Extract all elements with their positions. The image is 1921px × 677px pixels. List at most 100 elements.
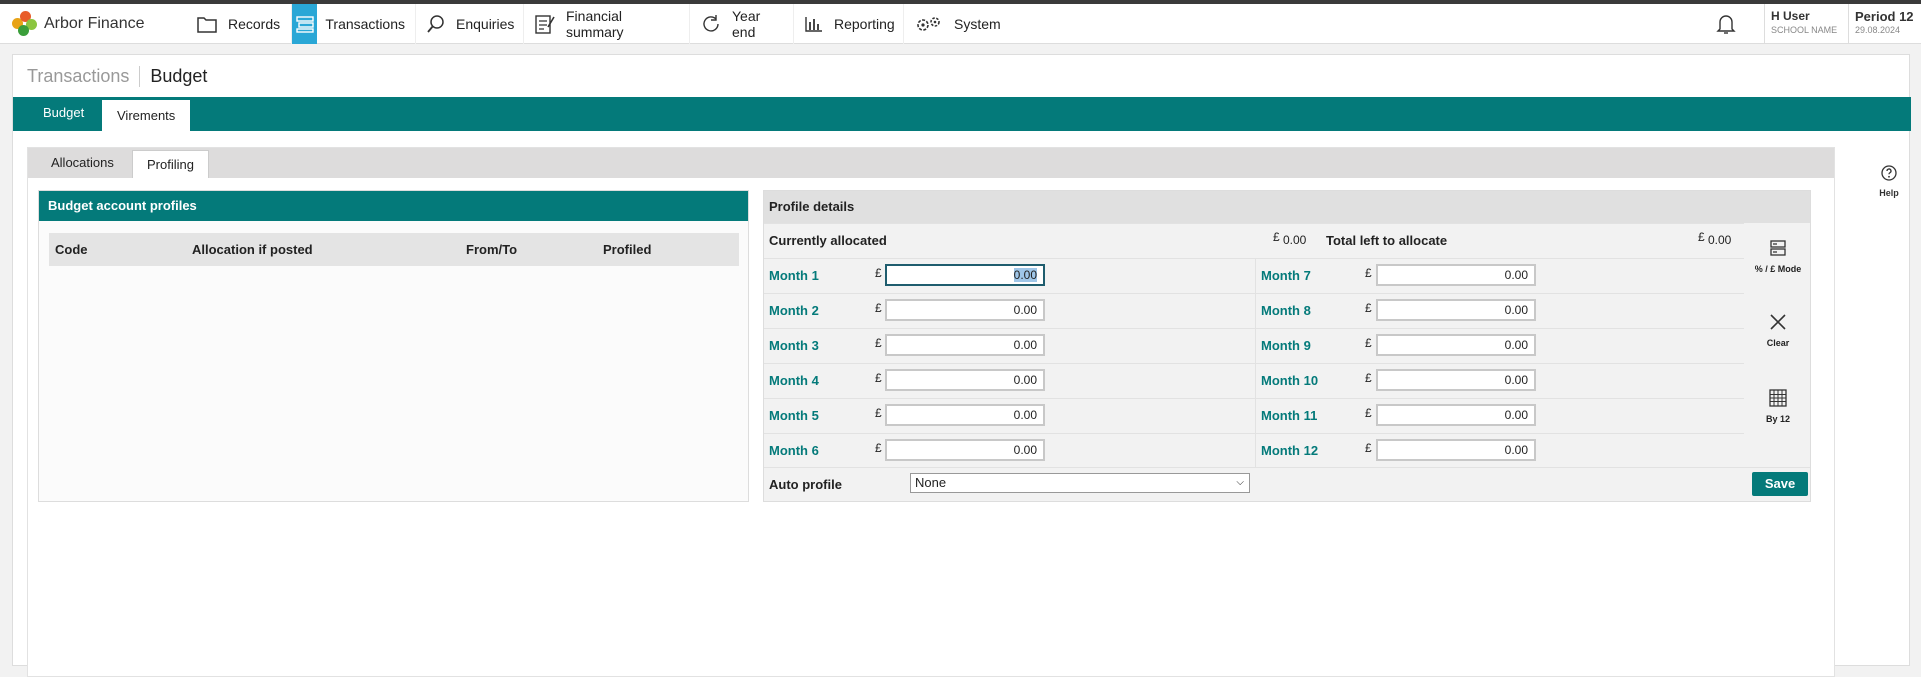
month-amount-input[interactable]: 0.00 [1376,369,1536,391]
currency-symbol: £ [1365,301,1372,315]
month-label: Month 6 [769,443,819,458]
page-title: Budget [150,65,208,86]
table-header: Code Allocation if posted From/To Profil… [49,233,739,266]
currency-symbol: £ [1365,266,1372,280]
currency-symbol: £ [875,336,882,350]
month-amount-input[interactable]: 0.00 [885,439,1045,461]
month-amount-input[interactable]: 0.00 [885,369,1045,391]
period-label: Period 12 [1855,9,1914,24]
profile-details: Profile details Currently allocated £ 0.… [763,190,1811,502]
month-label: Month 3 [769,338,819,353]
total-left-value: 0.00 [1708,233,1732,247]
tab-profiling[interactable]: Profiling [132,150,209,178]
period-selector[interactable]: Period 12 29.08.2024 [1848,4,1921,44]
nav-financial-summary[interactable]: Financial summary [524,3,690,44]
nav-year-end[interactable]: Year end [690,3,794,44]
currency-symbol: £ [1365,406,1372,420]
currency-symbol: £ [875,371,882,385]
column-allocation[interactable]: Allocation if posted [192,242,313,257]
breadcrumb-parent[interactable]: Transactions [27,65,141,87]
month-label: Month 5 [769,408,819,423]
percent-pound-mode-button[interactable]: % / £ Mode [1746,239,1810,274]
month-amount-input[interactable]: 0.00 [885,264,1045,286]
period-date: 29.08.2024 [1855,25,1901,35]
currency-symbol: £ [875,441,882,455]
gears-icon [914,13,944,35]
brand[interactable]: Arbor Finance [0,4,196,44]
month-amount-input[interactable]: 0.00 [1376,264,1536,286]
nav-transactions[interactable]: Transactions [292,3,416,44]
month-amount-input[interactable]: 0.00 [885,404,1045,426]
auto-profile-value: None [915,475,947,490]
auto-profile-label: Auto profile [769,477,842,492]
currency-symbol: £ [875,301,882,315]
mode-toggle-icon [1770,240,1786,256]
month-label: Month 4 [769,373,819,388]
month-label: Month 11 [1261,408,1318,423]
tab-budget[interactable]: Budget [27,97,100,131]
allocation-summary-row: Currently allocated £ 0.00 Total left to… [764,223,1744,257]
close-icon [1770,314,1786,330]
sub-tab-bar: Allocations Profiling [28,148,1834,178]
month-amount-input[interactable]: 0.00 [1376,439,1536,461]
tab-virements[interactable]: Virements [102,100,191,131]
month-row: Month 2 £0.00 Month 8 £0.00 [764,293,1744,328]
refresh-icon [700,13,722,35]
page-content: Transactions Budget Budget Virements Hel… [12,54,1911,677]
month-label: Month 12 [1261,443,1319,458]
currency-symbol: £ [875,406,882,420]
month-row: Month 1 £0.00 Month 7 £0.00 [764,258,1744,293]
column-code[interactable]: Code [55,242,88,257]
month-amount-input[interactable]: 0.00 [885,334,1045,356]
save-button[interactable]: Save [1752,472,1808,496]
month-row: Month 3 £0.00 Month 9 £0.00 [764,328,1744,363]
bar-chart-icon [804,13,824,35]
budget-account-profiles: Budget account profiles Code Allocation … [38,190,749,502]
by-12-button[interactable]: By 12 [1746,389,1810,424]
month-label: Month 8 [1261,303,1311,318]
user-menu[interactable]: H User SCHOOL NAME [1764,4,1848,44]
user-area: H User SCHOOL NAME Period 12 29.08.2024 [1706,4,1921,44]
column-profiled[interactable]: Profiled [603,242,651,257]
nav-reporting[interactable]: Reporting [794,3,904,44]
grid-icon [1769,389,1787,407]
auto-profile-select[interactable]: None ⌵ [910,473,1250,493]
month-amount-input[interactable]: 0.00 [1376,404,1536,426]
month-label: Month 7 [1261,268,1311,283]
notifications-bell-icon[interactable] [1706,4,1746,44]
nav-label: Transactions [325,15,405,32]
help-button[interactable]: Help [1871,165,1907,198]
clear-button[interactable]: Clear [1746,313,1810,348]
divider [1255,329,1256,363]
nav-enquiries[interactable]: Enquiries [416,3,524,44]
tab-allocations[interactable]: Allocations [37,148,128,178]
nav-records[interactable]: Records [196,3,292,44]
breadcrumb: Transactions Budget [27,65,207,87]
school-name: SCHOOL NAME [1771,25,1838,35]
currency-symbol: £ [1365,371,1372,385]
month-amount-input[interactable]: 0.00 [885,299,1045,321]
month-row: Month 5 £0.00 Month 11 £0.00 [764,398,1744,433]
clear-label: Clear [1766,338,1790,348]
divider [1255,399,1256,433]
profile-details-title: Profile details [764,191,1810,223]
help-label: Help [1879,188,1899,198]
currency-symbol: £ [875,266,882,280]
search-icon [426,13,446,35]
budget-account-profiles-title: Budget account profiles [39,191,748,221]
month-amount-input[interactable]: 0.00 [1376,334,1536,356]
currently-allocated-value: 0.00 [1283,233,1307,247]
month-label: Month 1 [769,268,819,283]
clipboard-icon [534,13,556,35]
month-amount-input[interactable]: 0.00 [1376,299,1536,321]
arbor-logo-icon [12,10,38,37]
chevron-down-icon: ⌵ [1236,477,1244,488]
user-name: H User [1771,9,1810,23]
currently-allocated-label: Currently allocated [769,233,887,248]
by-12-label: By 12 [1765,414,1791,424]
nav-system[interactable]: System [904,4,1004,44]
profiling-panel: Allocations Profiling Budget account pro… [27,147,1835,677]
nav-label: Financial summary [566,7,624,40]
column-from-to[interactable]: From/To [466,242,517,257]
top-navigation-bar: Arbor Finance Records Transactions Enqui… [0,3,1921,44]
